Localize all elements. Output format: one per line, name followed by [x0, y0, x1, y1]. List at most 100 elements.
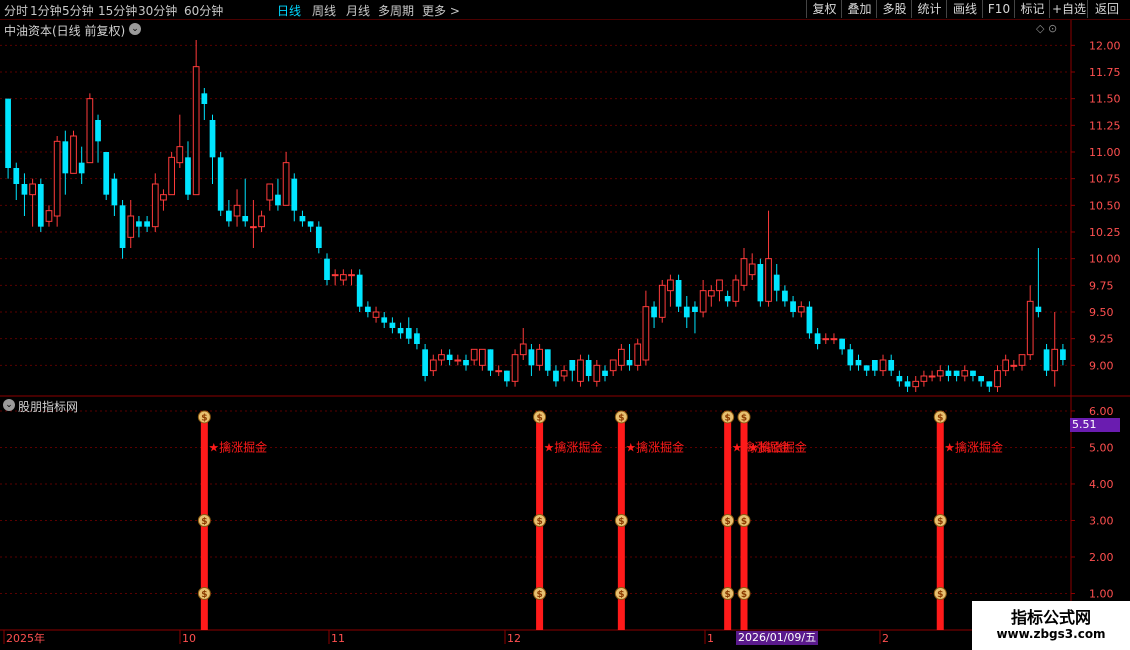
candle-body-up — [127, 215, 135, 238]
signal-label: ★擒涨掘金 — [625, 439, 684, 454]
candle-body-up — [961, 370, 969, 377]
candle-body-down — [144, 221, 150, 227]
candle-body-down — [389, 322, 396, 328]
candle-body-down — [724, 296, 731, 302]
candle-body-down — [602, 370, 608, 376]
money-bag-symbol: $ — [618, 517, 624, 527]
candle-body-down — [847, 349, 854, 366]
date-label: 1 — [707, 632, 714, 645]
candle-body-up — [577, 359, 584, 382]
candle-body-up — [45, 210, 53, 222]
candle-body-down — [504, 370, 510, 382]
candle-body-down — [757, 264, 764, 302]
panel-icons[interactable]: ◇ ⊙ — [1036, 22, 1057, 35]
candle-body-up — [732, 279, 740, 302]
candle-body-up — [53, 140, 61, 217]
candle-body-down — [381, 317, 388, 323]
candle-body-up — [266, 183, 274, 201]
candle-body-up — [86, 98, 94, 164]
price-tick-label: 9.75 — [1089, 279, 1114, 292]
candle-body-down — [863, 365, 870, 371]
chevron-down-icon[interactable]: ⌄ — [3, 399, 15, 411]
candle-body-down — [904, 381, 911, 387]
watermark-url: www.zbgs3.com — [996, 627, 1106, 641]
price-tick-label: 9.25 — [1089, 333, 1114, 346]
candle-body-up — [830, 338, 838, 341]
candle-body-down — [209, 120, 216, 158]
stock-title: 中油资本(日线 前复权) — [4, 24, 126, 38]
money-bag-symbol: $ — [201, 590, 207, 600]
candle-body-up — [920, 375, 928, 382]
candle-body-up — [372, 311, 380, 318]
candle-body-down — [103, 152, 110, 195]
cursor-date-label: 2026/01/09/五 — [736, 631, 819, 645]
candle-body-down — [275, 194, 281, 206]
money-bag-symbol: $ — [741, 517, 747, 527]
money-bag-symbol: $ — [725, 413, 731, 423]
candle-body-up — [912, 380, 920, 388]
indicator-tick-label: 4.00 — [1089, 478, 1114, 491]
price-tick-label: 11.00 — [1089, 146, 1121, 159]
candle-body-down — [119, 205, 126, 248]
indicator-tick-label: 2.00 — [1089, 551, 1114, 564]
indicator-tick-label: 6.00 — [1089, 405, 1114, 418]
candle-body-down — [651, 306, 657, 318]
signal-label: ★擒涨掘金 — [748, 439, 807, 454]
candle-body-down — [365, 306, 371, 312]
candle-body-up — [176, 146, 184, 164]
candle-body-up — [765, 258, 772, 302]
candle-body-up — [634, 343, 642, 366]
candle-body-down — [242, 216, 249, 222]
candle-body-up — [936, 370, 944, 377]
candle-body-down — [13, 168, 20, 184]
date-label: 2025年 — [6, 631, 45, 645]
candle-body-up — [593, 364, 601, 382]
candle-body-down — [806, 306, 813, 334]
money-bag-symbol: $ — [725, 517, 731, 527]
indicator-tick-label: 1.00 — [1089, 587, 1114, 600]
candle-body-down — [782, 290, 788, 302]
candle-body-up — [1010, 364, 1018, 367]
candle-body-down — [446, 354, 453, 360]
candle-body-down — [217, 157, 224, 211]
money-bag-symbol: $ — [937, 413, 943, 423]
candle-body-down — [397, 328, 404, 334]
candle-body-up — [160, 194, 167, 201]
candle-body-down — [37, 184, 44, 227]
candle-body-down — [855, 360, 862, 366]
candle-body-up — [879, 359, 887, 372]
kline-chart[interactable]: 12.0011.7511.5011.2511.0010.7510.5010.25… — [0, 0, 1130, 650]
candle-body-down — [773, 274, 780, 291]
candle-body-up — [511, 354, 519, 382]
candle-body-up — [748, 263, 756, 276]
candle-body-up — [716, 279, 723, 292]
candle-body-down — [986, 381, 993, 387]
money-bag-symbol: $ — [937, 590, 943, 600]
candle-body-down — [839, 338, 845, 350]
candle-body-up — [478, 348, 486, 366]
candle-body-up — [192, 66, 200, 196]
candle-body-down — [1060, 349, 1066, 360]
price-tick-label: 9.50 — [1089, 306, 1114, 319]
candle-body-down — [463, 360, 469, 366]
candle-body-down — [21, 184, 28, 195]
signal-label: ★擒涨掘金 — [544, 439, 603, 454]
candle-body-down — [553, 370, 559, 382]
candle-body-down — [978, 376, 985, 382]
candle-body-down — [185, 157, 191, 195]
candle-body-up — [609, 359, 617, 372]
candle-body-down — [291, 178, 298, 211]
candle-body-up — [667, 279, 674, 292]
chevron-down-icon[interactable]: ⌄ — [129, 23, 141, 35]
candle-body-down — [888, 360, 895, 371]
candle-body-down — [945, 370, 952, 376]
candle-body-up — [495, 370, 503, 373]
candle-body-up — [536, 348, 543, 366]
candle-body-up — [454, 359, 462, 362]
candle-body-up — [470, 348, 478, 361]
indicator-title: 股朋指标网 — [18, 400, 79, 414]
money-bag-symbol: $ — [618, 590, 624, 600]
candle-body-down — [111, 178, 118, 206]
candle-body-down — [201, 93, 208, 104]
date-label: 2 — [882, 632, 889, 645]
